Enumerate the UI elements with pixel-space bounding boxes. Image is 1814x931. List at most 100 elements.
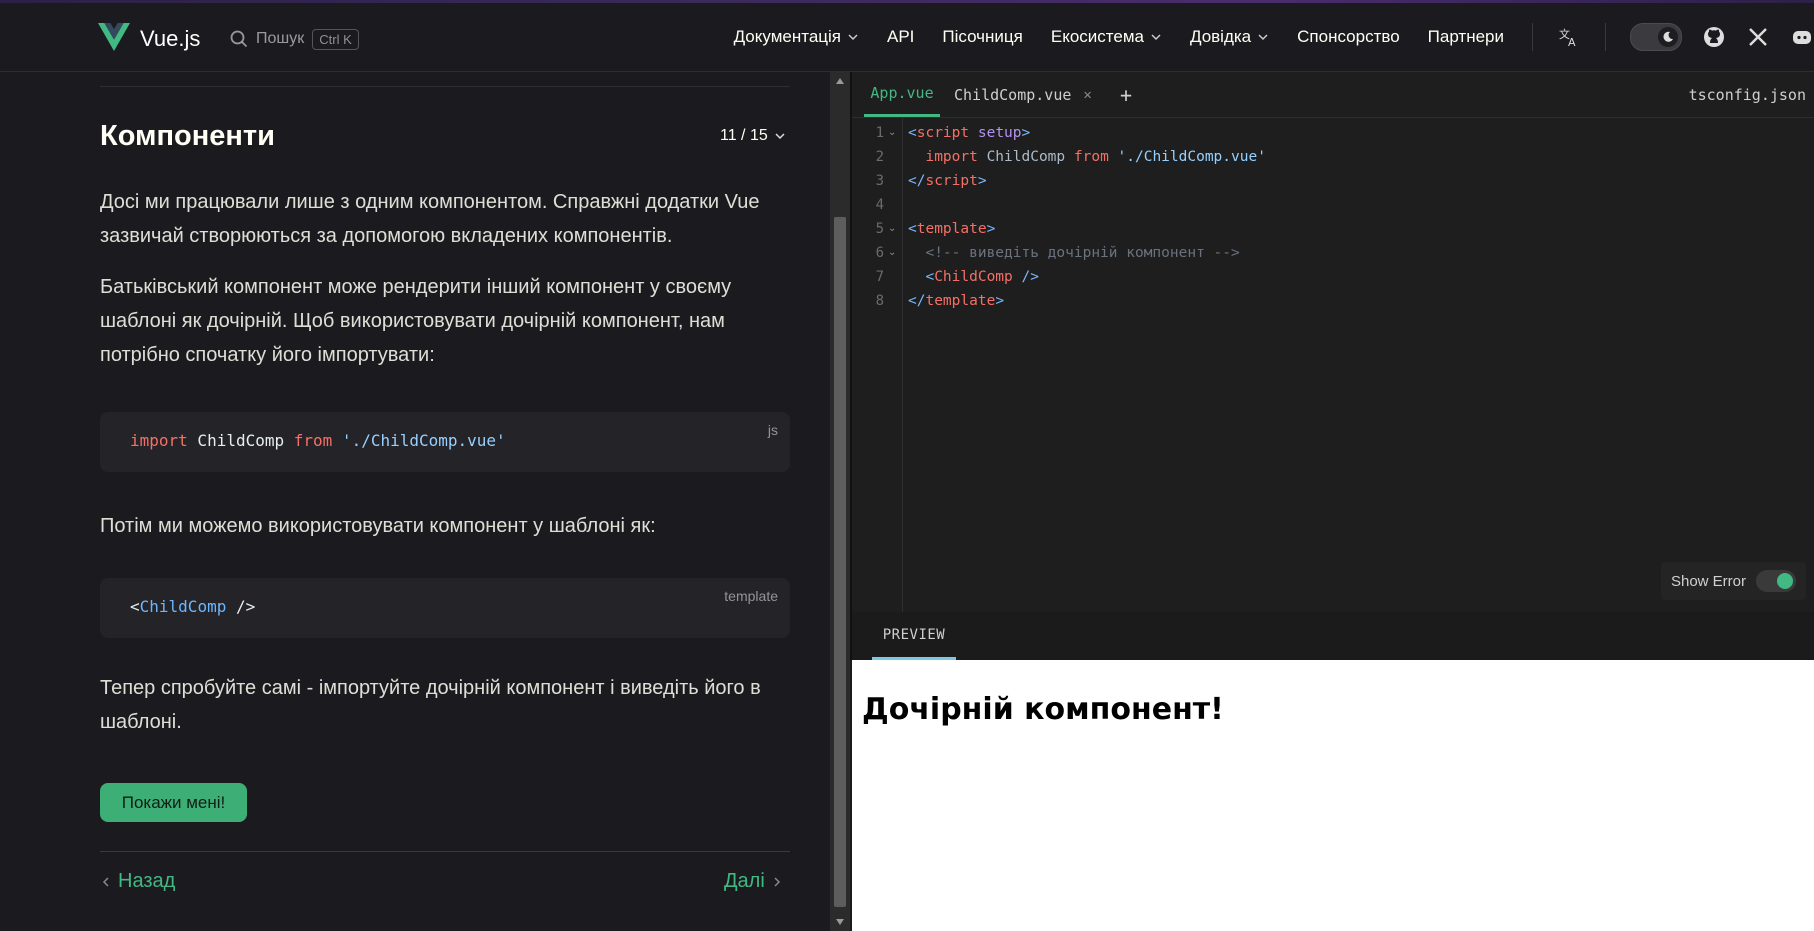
x-twitter-icon[interactable] (1746, 25, 1770, 49)
line-number: 6 (875, 245, 884, 261)
show-error-toggle[interactable]: Show Error (1660, 562, 1806, 600)
nav-item-about[interactable]: Довідка (1190, 27, 1269, 47)
paragraph-usage: Потім ми можемо використовувати компонен… (100, 515, 656, 537)
svg-text:A: A (1568, 36, 1576, 48)
code-line-3: </script> (908, 173, 987, 189)
scroll-down-arrow[interactable] (830, 913, 850, 931)
top-nav: Vue.js Пошук Ctrl K Документація API Піс… (0, 3, 1814, 72)
step-selector[interactable]: 11 / 15 (720, 127, 786, 145)
next-link[interactable]: Далі (724, 870, 781, 893)
preview-tabbar: PREVIEW (850, 612, 1814, 660)
code-line-1: <script setup> (908, 125, 1031, 141)
code-string: './ChildComp.vue' (332, 431, 506, 450)
nav-item-api-label: API (887, 27, 915, 46)
code-keyword: import (130, 431, 188, 450)
brand-name[interactable]: Vue.js (140, 26, 200, 52)
code-tag: ChildComp (139, 597, 227, 616)
code-keyword: from (293, 431, 333, 450)
paragraph-intro: Досі ми працювали лише з одним компонент… (100, 191, 760, 247)
nav-item-partners[interactable]: Партнери (1428, 27, 1504, 47)
preview-heading: Дочірній компонент! (862, 692, 1224, 727)
step-counter: 11 / 15 (720, 127, 768, 144)
code-bracket: /> (226, 597, 256, 616)
code-line-8: </template> (908, 293, 1005, 309)
prev-link[interactable]: Назад (102, 870, 175, 893)
chevron-down-icon (775, 133, 785, 140)
code-editor: App.vue ChildComp.vue ✕ + tsconfig.json … (850, 72, 1814, 612)
github-icon[interactable] (1702, 25, 1726, 49)
code-line-6: <!-- виведіть дочірній компонент --> (908, 245, 1240, 261)
scrollbar-thumb[interactable] (834, 217, 846, 907)
code-block-import: js import ChildComp from './ChildComp.vu… (100, 412, 790, 472)
search-button[interactable]: Пошук Ctrl K (230, 25, 359, 53)
line-number: 8 (875, 293, 884, 309)
chevron-down-icon (1151, 34, 1161, 41)
code-line-2: import ChildComp from './ChildComp.vue' (908, 149, 1266, 165)
code-line-7: <ChildComp /> (908, 269, 1039, 285)
code-block-template: template <ChildComp /> (100, 578, 790, 638)
chevron-left-icon (102, 876, 109, 887)
tab-label: ChildComp.vue (954, 85, 1072, 104)
nav-item-playground-label: Пісочниця (942, 27, 1023, 46)
translate-icon[interactable]: 文A (1557, 25, 1581, 49)
tutorial-panel: Компоненти 11 / 15 Досі ми працювали лиш… (0, 72, 830, 931)
fold-chevron-icon[interactable]: ⌄ (888, 247, 896, 258)
prev-label: Назад (118, 870, 176, 892)
line-number: 1 (875, 125, 884, 141)
tab-preview[interactable]: PREVIEW (872, 612, 956, 660)
nav-item-sponsor[interactable]: Спонсорство (1297, 27, 1400, 47)
tab-app-vue[interactable]: App.vue (864, 72, 940, 117)
close-icon[interactable]: ✕ (1083, 87, 1091, 103)
moon-icon (1658, 27, 1678, 47)
line-number: 2 (875, 149, 884, 165)
code-bracket: < (130, 597, 140, 616)
nav-item-sponsor-label: Спонсорство (1297, 27, 1400, 46)
code-identifier: ChildComp (187, 431, 294, 450)
search-icon (230, 30, 248, 48)
chevron-down-icon (848, 34, 858, 41)
vue-logo-icon[interactable] (98, 23, 130, 51)
fold-chevron-icon[interactable]: ⌄ (888, 223, 896, 234)
paragraph-parent: Батьківський компонент може рендерити ін… (100, 276, 732, 366)
chevron-right-icon (774, 876, 780, 887)
nav-menu: Документація API Пісочниця Екосистема До… (720, 3, 1814, 71)
dark-mode-toggle[interactable] (1630, 23, 1682, 51)
fold-chevron-icon[interactable]: ⌄ (888, 127, 896, 138)
tab-childcomp-vue[interactable]: ChildComp.vue ✕ (954, 72, 1092, 117)
nav-item-ecosystem[interactable]: Екосистема (1051, 27, 1162, 47)
divider (100, 851, 790, 852)
divider (100, 86, 790, 87)
scrollbar[interactable] (830, 72, 850, 931)
line-gutter: 1 ⌄ 2 3 4 5 ⌄ 6 ⌄ 7 8 (852, 117, 903, 612)
line-number: 4 (875, 197, 884, 213)
scroll-up-arrow[interactable] (830, 72, 850, 90)
discord-icon[interactable] (1790, 25, 1814, 49)
line-number: 5 (875, 221, 884, 237)
nav-item-playground[interactable]: Пісочниця (942, 27, 1022, 47)
nav-divider (1605, 23, 1606, 51)
preview-pane: Дочірній компонент! (852, 660, 1814, 931)
nav-divider (1532, 23, 1533, 51)
toggle-switch[interactable] (1756, 570, 1796, 592)
code-line: <ChildComp /> (130, 597, 255, 616)
line-number: 7 (875, 269, 884, 285)
nav-item-api[interactable]: API (887, 27, 914, 47)
page-title: Компоненти (100, 120, 275, 152)
toggle-knob (1777, 573, 1793, 589)
add-file-button[interactable]: + (1120, 72, 1132, 117)
search-shortcut: Ctrl K (312, 28, 359, 50)
next-label: Далі (724, 870, 765, 892)
tab-label: App.vue (870, 84, 934, 102)
show-error-label: Show Error (1670, 572, 1746, 590)
nav-item-docs-label: Документація (733, 27, 841, 46)
nav-item-ecosystem-label: Екосистема (1050, 27, 1144, 46)
line-number: 3 (875, 173, 884, 189)
nav-item-docs[interactable]: Документація (734, 27, 859, 47)
code-line: import ChildComp from './ChildComp.vue' (130, 431, 506, 450)
show-me-button[interactable]: Покажи мені! (100, 783, 247, 822)
tsconfig-tab[interactable]: tsconfig.json (1689, 72, 1806, 117)
editor-tabs: App.vue ChildComp.vue ✕ + tsconfig.json (852, 72, 1814, 118)
chevron-down-icon (1258, 34, 1268, 41)
nav-item-about-label: Довідка (1189, 27, 1252, 46)
code-lang-label: js (767, 422, 778, 438)
